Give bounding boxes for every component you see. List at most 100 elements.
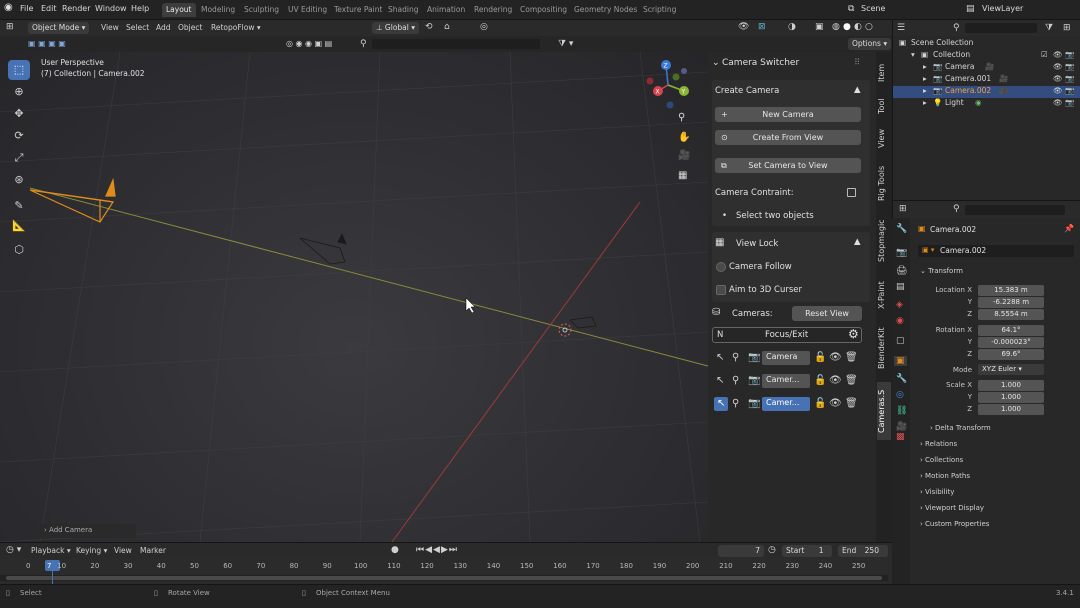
camera-icon[interactable]: 📷 [748,397,760,411]
rotate-tool[interactable]: ⟳ [8,126,30,146]
playback-controls-icons[interactable]: ⏮◀◀▶⏭ [416,545,458,555]
new-camera-button[interactable]: + New Camera [715,107,861,122]
material-icons[interactable]: ◎ ◉ ◉ ▣ ▤ [286,39,332,48]
camera-view-icon[interactable]: 🎥 [678,150,690,161]
menu-help[interactable]: Help [131,4,149,13]
view-layer-tab-icon[interactable]: ▤ [896,282,905,292]
modifier-tab-icon[interactable]: 🔧 [896,374,907,384]
shading-material-icon[interactable]: ◐ [854,22,862,32]
tab-stopmagic[interactable]: Stopmagic [877,212,891,270]
eye-icon[interactable]: 👁 [829,397,842,411]
rotation-mode-dropdown[interactable]: XYZ Euler ▾ [978,364,1044,375]
zoom-icon[interactable]: ⚲ [732,374,739,388]
set-camera-to-view-button[interactable]: ⧉ Set Camera to View [715,158,861,173]
tab-rig-tools[interactable]: Rig Tools [877,158,891,208]
constraint-checkbox[interactable] [847,188,856,197]
constraints-tab-icon[interactable]: ⛓ [896,406,907,416]
expand-arrow-icon[interactable]: ▸ [923,62,927,71]
camera-render-icon[interactable]: 📷 [1065,86,1074,95]
proportional-icon[interactable]: ◎ [480,22,488,32]
zoom-icon[interactable]: ⚲ [732,351,739,365]
search-input[interactable] [372,39,540,49]
timeline-scrollbar[interactable] [0,575,888,581]
tab-sculpting[interactable]: Sculpting [240,3,283,17]
3d-viewport[interactable]: User Perspective (7) Collection | Camera… [0,52,708,542]
physics-tab-icon[interactable]: ◎ [896,390,904,400]
shading-render-icon[interactable]: ○ [865,22,873,32]
camera-render-icon[interactable]: 📷 [1065,98,1074,107]
relations-header[interactable]: › Relations [920,440,957,448]
rotation-x-field[interactable]: 64.1° [978,325,1044,336]
lock-icon[interactable]: 🔓 [814,351,826,365]
texture-tab-icon[interactable]: ▩ [896,432,905,442]
eye-icon[interactable]: 👁 [829,351,842,365]
outliner-row[interactable]: ▣ Scene Collection [893,38,1080,50]
tab-animation[interactable]: Animation [423,3,469,17]
tab-layout[interactable]: Layout [162,3,196,17]
lock-icon[interactable]: 🔓 [814,374,826,388]
outliner-row[interactable]: ▾ ▣ Collection ☑ 👁 📷 [893,50,1080,62]
options-dropdown[interactable]: Options ▾ [848,38,892,50]
menu-edit[interactable]: Edit [41,4,57,13]
zoom-icon[interactable]: ⚲ [732,397,739,411]
transform-tool[interactable]: ⊛ [8,170,30,190]
search-icon[interactable]: ⚲ [953,23,960,33]
gizmo-icon[interactable]: ⊠ [758,22,766,32]
create-from-view-button[interactable]: ⊙ Create From View [715,130,861,145]
location-y-field[interactable]: -6.2288 m [978,297,1044,308]
eye-icon[interactable]: 👁 [829,374,842,388]
select-mode-icons[interactable]: ▣ ▣ ▣ ▣ [28,39,66,48]
object-name-field[interactable]: ▣ ▾ Camera.002 [918,245,1074,257]
outliner-search-input[interactable] [965,23,1037,33]
timeline-menu-playback[interactable]: Playback ▾ [31,546,71,555]
expand-arrow-icon[interactable]: ▸ [923,74,927,83]
end-frame-field[interactable]: End 250 [838,545,888,557]
transform-header[interactable]: ⌄ Transform [920,267,963,275]
camera-name-field[interactable]: Camer... [762,374,810,388]
vp-menu-add[interactable]: Add [156,23,171,32]
view-layer-name[interactable]: ViewLayer [982,4,1023,13]
eye-icon[interactable]: 👁 [1053,62,1063,71]
tab-cameras-s[interactable]: Cameras.S [877,382,891,440]
editor-type-icon[interactable]: ⊞ [6,22,14,32]
outliner-row[interactable]: ▸ 💡 Light ◉ 👁 📷 [893,98,1080,110]
scale-y-field[interactable]: 1.000 [978,392,1044,403]
properties-search-input[interactable] [965,205,1065,215]
location-z-field[interactable]: 8.5554 m [978,309,1044,320]
outliner-row-selected[interactable]: ▸ 📷 Camera.002 🎥 👁 📷 [893,86,1080,98]
clock-icon[interactable]: ◷ ▾ [6,545,21,555]
drag-handle-icon[interactable]: ⠿ [854,58,860,68]
blender-logo-icon[interactable]: ◉ [4,2,13,13]
navigation-gizmo[interactable]: Z Y X [640,57,696,113]
eye-icon[interactable]: 👁 [1053,98,1063,107]
pin-icon[interactable]: 📌 [1064,224,1074,233]
ortho-grid-icon[interactable]: ▦ [678,170,687,181]
hand-icon[interactable]: ✋ [678,132,690,143]
select-arrow-icon[interactable]: ↖ [716,374,724,388]
tab-blenderkit[interactable]: BlenderKit [877,320,891,376]
scene-tab-icon[interactable]: ◈ [896,300,903,310]
focus-exit-bar[interactable]: N Focus/Exit [712,327,862,343]
filter-icon[interactable]: ⧩ [1045,23,1053,33]
select-arrow-icon[interactable]: ↖ [714,397,729,411]
select-box-tool[interactable]: ⬚ [8,60,30,80]
start-frame-field[interactable]: Start 1 [782,545,832,557]
world-tab-icon[interactable]: ◉ [896,316,904,326]
lock-icon[interactable]: 🔓 [814,397,826,411]
tab-modeling[interactable]: Modeling [197,3,239,17]
scene-icon[interactable]: ⧉ [848,4,854,14]
collection-tab-icon[interactable]: ▢ [896,336,905,346]
motion-paths-header[interactable]: › Motion Paths [920,472,970,480]
camera-icon[interactable]: 📷 [748,351,760,365]
tab-item[interactable]: Item [877,58,891,88]
add-cube-tool[interactable]: ⬡ [8,240,30,260]
location-x-field[interactable]: 15.383 m [978,285,1044,296]
measure-tool[interactable]: 📐 [8,216,30,236]
menu-render[interactable]: Render [62,4,90,13]
camera-render-icon[interactable]: 📷 [1065,62,1074,71]
annotate-tool[interactable]: ✎ [8,196,30,216]
editor-type-icon[interactable]: ⊞ [899,204,907,214]
camera-follow-checkbox[interactable] [716,262,726,272]
tab-texture-paint[interactable]: Texture Paint [330,3,386,17]
tab-tool[interactable]: Tool [877,92,891,120]
